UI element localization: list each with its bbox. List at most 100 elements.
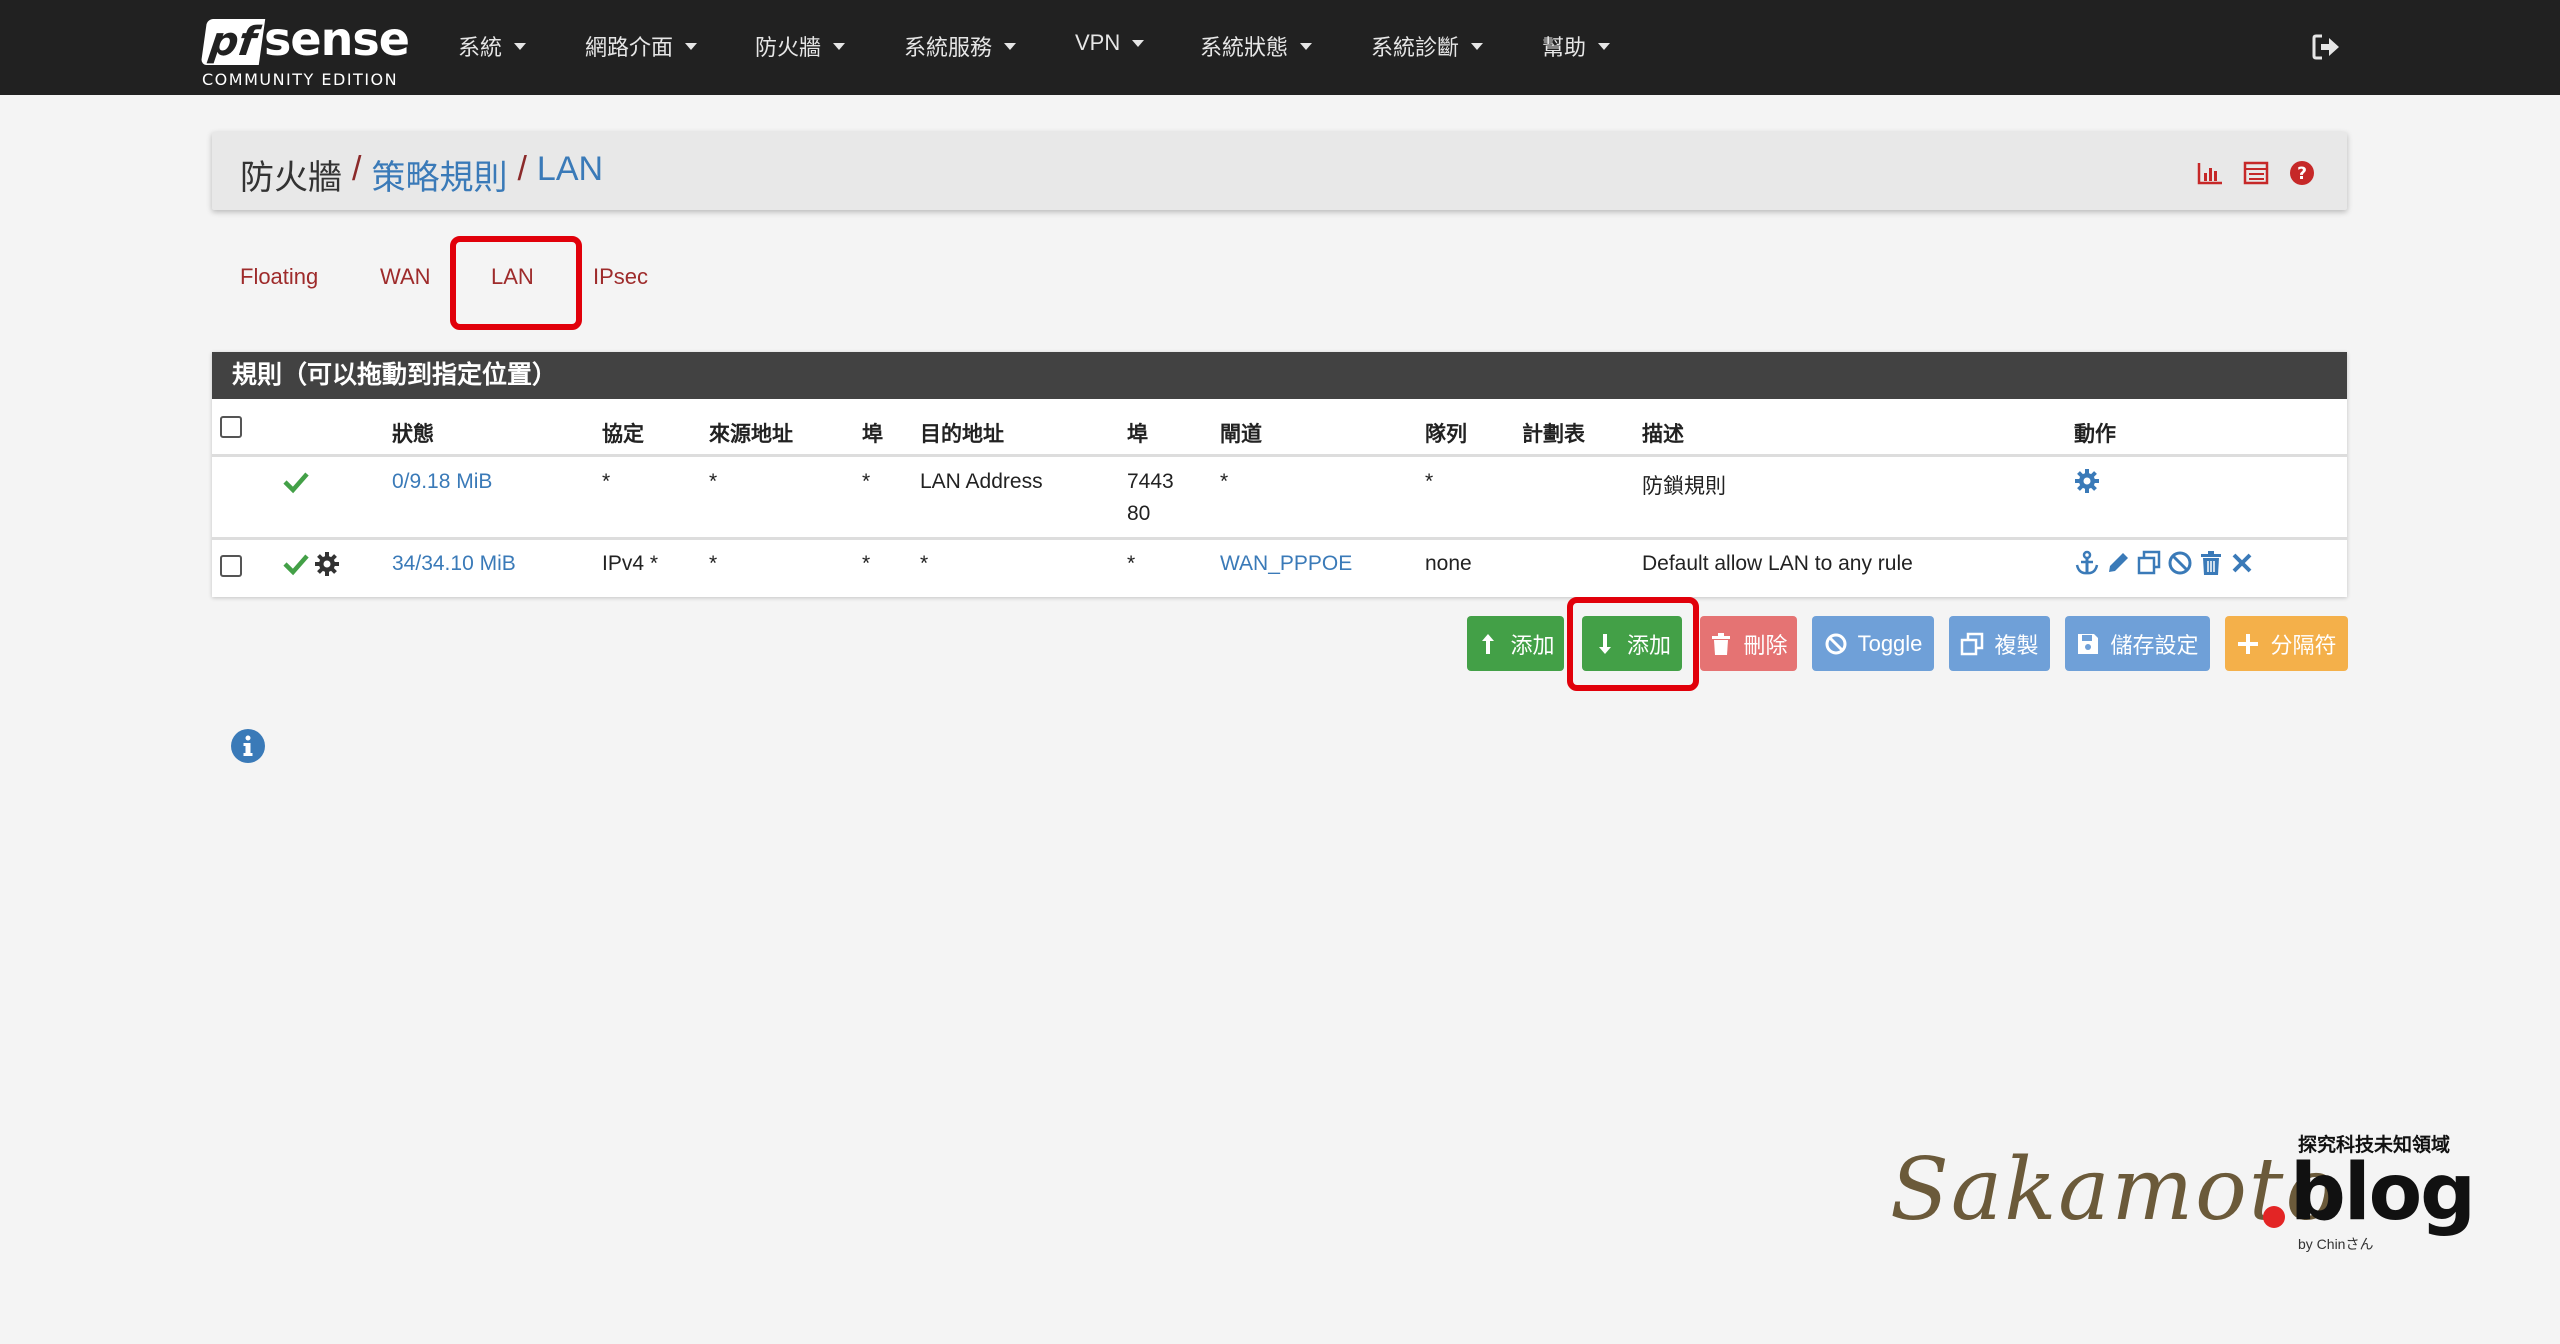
brand-edition: COMMUNITY EDITION [202,70,399,89]
caret-down-icon [833,42,846,50]
info-icon[interactable] [230,728,266,764]
breadcrumb-firewall: 防火牆 [240,159,342,197]
plus-icon [2238,633,2259,654]
nav-menu-help[interactable]: 幫助 [1542,30,1611,62]
watermark-blog: blog [2290,1148,2476,1238]
col-header-source[interactable]: 來源地址 [709,418,793,448]
row2-dst-port: * [1127,552,1136,575]
row2-action-icons [2074,550,2255,576]
col-header-queue[interactable]: 隊列 [1425,418,1467,448]
row2-protocol: IPv4 * [602,552,659,575]
col-header-dst-port[interactable]: 埠 [1127,418,1148,448]
row1-dst-port-1: 7443 [1127,470,1174,493]
add-top-button[interactable]: 添加 [1467,616,1564,671]
row1-queue: * [1425,470,1434,493]
nav-menu-label: 系統 [458,35,503,60]
row2-gateway-link[interactable]: WAN_PPPOE [1220,552,1352,576]
watermark-dot [2263,1206,2285,1228]
top-navbar: pf sense COMMUNITY EDITION 系統 網路介面 防火牆 系… [0,0,2560,95]
row2-states[interactable]: 34/34.10 MiB [392,552,516,576]
bar-chart-icon[interactable] [2197,160,2223,186]
tab-wan[interactable]: WAN [380,264,431,290]
close-x-icon[interactable] [2229,550,2255,576]
nav-menu-diagnostics[interactable]: 系統診斷 [1371,30,1484,62]
caret-down-icon [514,42,527,50]
col-header-src-port[interactable]: 埠 [862,418,883,448]
header-divider [212,454,2347,457]
col-header-destination[interactable]: 目的地址 [920,418,1004,448]
nav-menu-label: 防火牆 [755,35,822,60]
col-header-actions: 動作 [2074,423,2116,446]
tab-ipsec[interactable]: IPsec [593,264,648,290]
copy-label: 複製 [1994,632,2039,658]
add-separator-label: 分隔符 [2270,632,2337,658]
row1-gateway: * [1220,470,1229,493]
copy-icon[interactable] [2136,550,2162,576]
breadcrumb-lan-link[interactable]: LAN [537,150,603,199]
row-divider [212,537,2347,540]
nav-menu-vpn[interactable]: VPN [1075,30,1145,56]
brand-logo-pf: pf [200,19,266,65]
row2-description: Default allow LAN to any rule [1642,552,1913,575]
row1-src-port: * [862,470,871,493]
list-table-icon[interactable] [2243,160,2269,186]
gear-icon[interactable] [2074,468,2100,494]
caret-down-icon [1132,39,1145,47]
caret-down-icon [1300,42,1313,50]
nav-menu-interfaces[interactable]: 網路介面 [585,30,698,62]
row2-src-port: * [862,552,871,575]
save-floppy-icon [2078,633,2099,654]
edit-pencil-icon[interactable] [2105,550,2131,576]
row2-queue: none [1425,552,1472,575]
gear-icon [315,552,339,576]
col-header-description[interactable]: 描述 [1642,418,1684,448]
nav-menu-label: 幫助 [1542,35,1587,60]
check-pass-icon [283,554,309,576]
add-separator-button[interactable]: 分隔符 [2225,616,2348,671]
caret-down-icon [1471,42,1484,50]
caret-down-icon [1598,42,1611,50]
row2-source: * [709,552,718,575]
col-header-schedule[interactable]: 計劃表 [1522,418,1585,448]
tab-floating[interactable]: Floating [240,264,318,290]
breadcrumb-separator: / [352,150,362,188]
row1-dst-port-2: 80 [1127,502,1151,525]
logout-icon[interactable] [2311,33,2341,61]
row1-states[interactable]: 0/9.18 MiB [392,470,492,494]
nav-menu-status[interactable]: 系統狀態 [1200,30,1313,62]
breadcrumb-panel: 防火牆 / 策略規則 / LAN ? [212,132,2347,210]
col-header-status[interactable]: 狀態 [392,418,434,448]
select-all-checkbox[interactable] [220,416,242,438]
arrow-up-icon [1482,633,1495,654]
ban-disable-icon[interactable] [2167,550,2193,576]
trash-icon[interactable] [2198,550,2224,576]
brand-logo[interactable]: pf sense COMMUNITY EDITION [200,10,410,90]
breadcrumb: 防火牆 / 策略規則 / LAN [240,150,603,199]
nav-menu-label: 網路介面 [585,35,674,60]
add-top-label: 添加 [1510,632,1555,658]
col-header-gateway[interactable]: 閘道 [1220,418,1262,448]
row1-destination: LAN Address [920,470,1043,493]
row2-checkbox[interactable] [220,555,242,577]
nav-menu-label: 系統診斷 [1371,35,1460,60]
watermark-logo: Sakamoto blog 探究科技未知領域 by Chinさん [1880,1130,2480,1260]
toggle-button[interactable]: Toggle [1812,616,1934,671]
watermark-byline: by Chinさん [2298,1236,2374,1252]
tab-lan-highlight [450,236,582,330]
save-button[interactable]: 儲存設定 [2065,616,2210,671]
ban-icon [1825,633,1847,654]
nav-menu-firewall[interactable]: 防火牆 [755,30,846,62]
delete-label: 刪除 [1743,632,1788,658]
nav-menu-system[interactable]: 系統 [458,30,527,62]
copy-button[interactable]: 複製 [1949,616,2050,671]
delete-button[interactable]: 刪除 [1700,616,1797,671]
breadcrumb-separator: / [517,150,527,188]
row1-description: 防鎖規則 [1642,475,1726,498]
breadcrumb-rules-link[interactable]: 策略規則 [371,150,507,199]
col-header-protocol[interactable]: 協定 [602,418,644,448]
nav-menu-label: 系統狀態 [1200,35,1289,60]
nav-menu-services[interactable]: 系統服務 [904,30,1017,62]
help-question-icon[interactable]: ? [2289,160,2315,186]
anchor-icon[interactable] [2074,550,2100,576]
add-bottom-highlight [1567,597,1699,691]
